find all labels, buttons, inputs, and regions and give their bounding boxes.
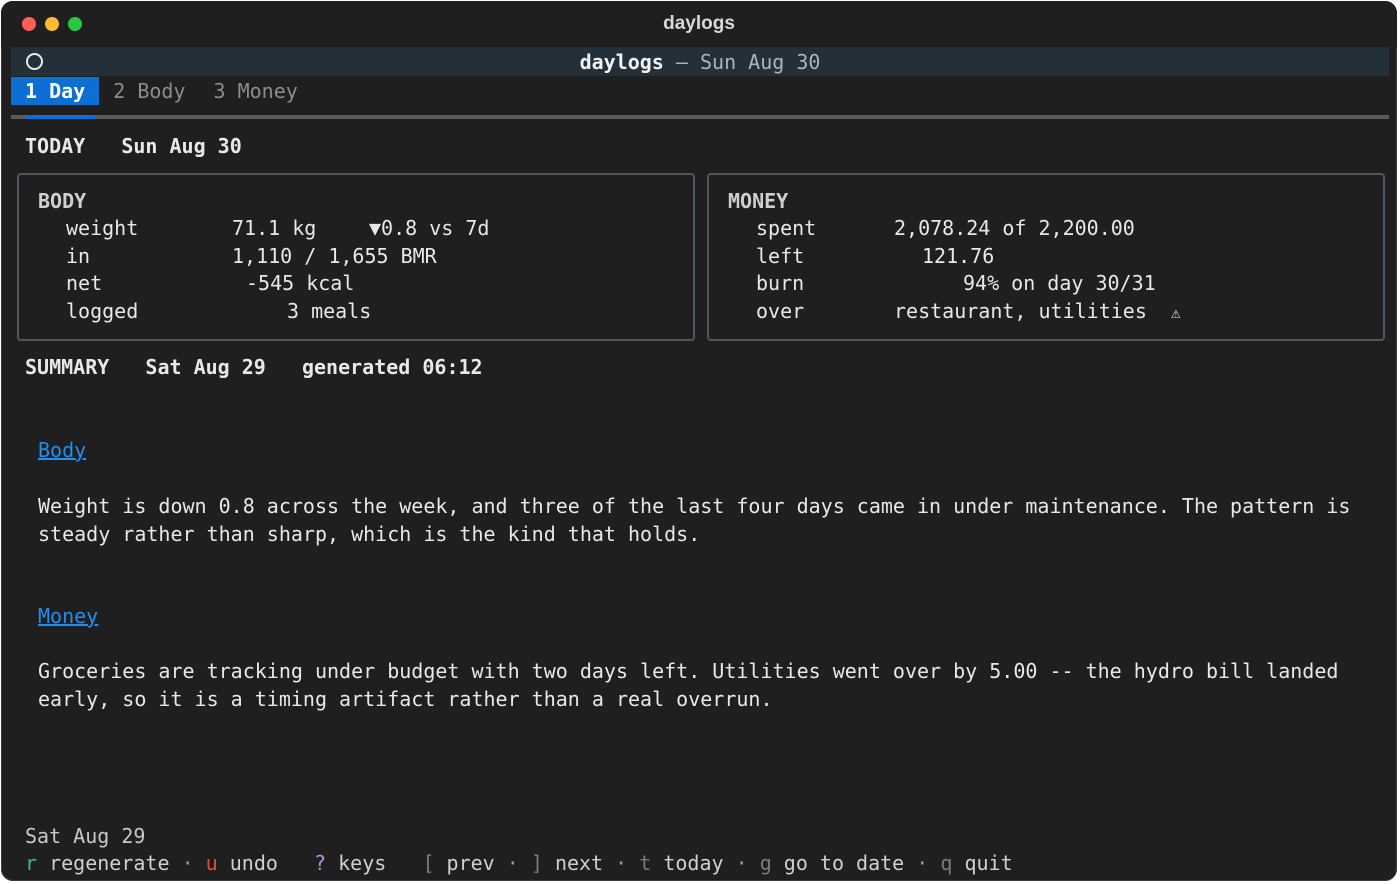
key-goto[interactable]: g go to date [760,851,905,875]
key-bracket-right: ] [530,851,543,875]
summary-money-text: Groceries are tracking under budget with… [38,659,1351,711]
tab-day-key: 1 [25,79,38,103]
key-g: g [759,851,772,875]
body-panel: BODY weight in net logged 71.1 kg 1,110 … [17,173,695,341]
key-prev[interactable]: [ prev [422,851,494,875]
key-help[interactable]: ? keys [314,851,386,875]
body-panel-title: BODY [38,189,87,213]
key-undo[interactable]: u undo [206,851,278,875]
summary-date: Sat Aug 29 [145,355,266,379]
body-row-label: logged [66,298,139,323]
generated-label: generated [301,355,411,379]
footer-dot: · [916,851,929,875]
key-quit-label: quit [964,851,1013,875]
over-value: restaurant, utilities ⚠ [894,299,1181,327]
net-value-col: -545 kcal [246,271,354,299]
spent-value-col: 2,078.24 of 2,200.00 [894,216,1135,244]
footer-dot: · [506,851,519,875]
key-t: t [639,851,652,875]
window-titlebar: daylogs [1,1,1397,47]
generated-time: 06:12 [422,355,483,379]
money-row-label: spent [756,216,817,240]
summary-body-text: Weight is down 0.8 across the week, and … [38,494,1363,546]
today-heading: TODAY Sun Aug 30 [25,134,242,158]
summary-body-link[interactable]: Body [38,438,86,462]
key-question: ? [314,851,327,875]
today-date: Sun Aug 30 [121,134,242,158]
money-row-label: left [756,243,805,268]
tab-bar: 1 Day 2 Body 3 Money [11,77,312,105]
summary-money-link[interactable]: Money [38,604,98,628]
key-prev-label: prev [446,851,495,875]
money-row-label: burn [756,271,805,295]
money-row-label: over [756,298,805,323]
body-row-label: weight [66,216,139,240]
key-quit[interactable]: q quit [940,851,1012,875]
body-row-label: net [66,271,103,295]
header-app-name: daylogs [579,50,664,74]
left-value-col: 121.76 [922,244,994,272]
logged-value: 3 meals [287,298,372,323]
tab-money[interactable]: 3 Money [199,77,311,105]
header-date: Sun Aug 30 [700,50,821,74]
weight-value: 71.1 kg [232,216,317,240]
body-values: 1,110 / 1,655 BMR [232,244,437,272]
key-q: q [940,851,953,875]
body-labels: weight in net logged [66,216,138,326]
key-next[interactable]: ] next [531,851,603,875]
left-value: 121.76 [922,243,995,268]
window-title: daylogs [663,13,735,34]
key-u: u [205,851,218,875]
footer-keybar: r regenerate · u undo ? keys [ prev · ] … [25,851,1013,875]
money-labels: spent left burn over [756,216,816,326]
tab-underline-rule [11,115,1389,119]
tab-money-key: 3 [213,79,226,103]
tab-day[interactable]: 1 Day [11,77,100,105]
footer-dot: · [735,851,748,875]
key-bracket-left: [ [422,851,435,875]
net-value: -545 kcal [246,271,355,295]
burn-value: 94% on day 30/31 [963,271,1156,295]
spent-value: 2,078.24 of 2,200.00 [894,216,1135,240]
active-tab-indicator [25,115,95,119]
key-today-label: today [663,851,724,875]
header-separator: — [675,50,688,74]
tab-body-key: 2 [113,79,126,103]
tab-day-label: Day [49,79,86,103]
over-categories: restaurant, utilities [894,298,1147,323]
body-row-label: in [66,243,91,268]
footer-dot: · [181,851,194,875]
summary-heading: SUMMARY Sat Aug 29 generated 06:12 [25,355,483,379]
summary-label: SUMMARY [25,355,110,379]
app-window: daylogs daylogs — Sun Aug 30 1 Day 2 Bod… [1,1,1397,881]
today-label: TODAY [25,134,86,158]
key-r: r [25,851,38,875]
body-values-col1: 71.1 kg [232,216,317,244]
tab-body-label: Body [137,79,186,103]
tab-body[interactable]: 2 Body [99,77,199,105]
key-today[interactable]: t today [639,851,723,875]
warning-icon: ⚠ [1170,302,1181,322]
over-value-col: restaurant, utilities ⚠ [894,299,1181,327]
weight-trend-col: ▼0.8 vs 7d [369,216,489,244]
app-header: daylogs — Sun Aug 30 [11,47,1389,76]
key-regenerate[interactable]: r regenerate [25,851,170,875]
key-next-label: next [554,851,604,875]
burn-value-col: 94% on day 30/31 [963,271,1156,299]
terminal-app: daylogs — Sun Aug 30 1 Day 2 Body 3 Mone… [11,47,1389,879]
footer-date: Sat Aug 29 [25,824,146,848]
logged-value-col: 3 meals [287,299,371,327]
money-panel-title: MONEY [728,189,789,213]
footer-dot: · [615,851,628,875]
header-title: daylogs — Sun Aug 30 [11,50,1389,74]
weight-trend: ▼0.8 vs 7d [369,216,490,240]
key-undo-label: undo [229,851,278,875]
key-help-label: keys [338,851,387,875]
tab-money-label: Money [237,79,298,103]
intake-value: 1,110 / 1,655 BMR [232,243,437,268]
key-regenerate-label: regenerate [49,851,170,875]
key-goto-label: go to date [783,851,905,875]
money-panel: MONEY spent left burn over 2,078.24 of 2… [707,173,1385,341]
